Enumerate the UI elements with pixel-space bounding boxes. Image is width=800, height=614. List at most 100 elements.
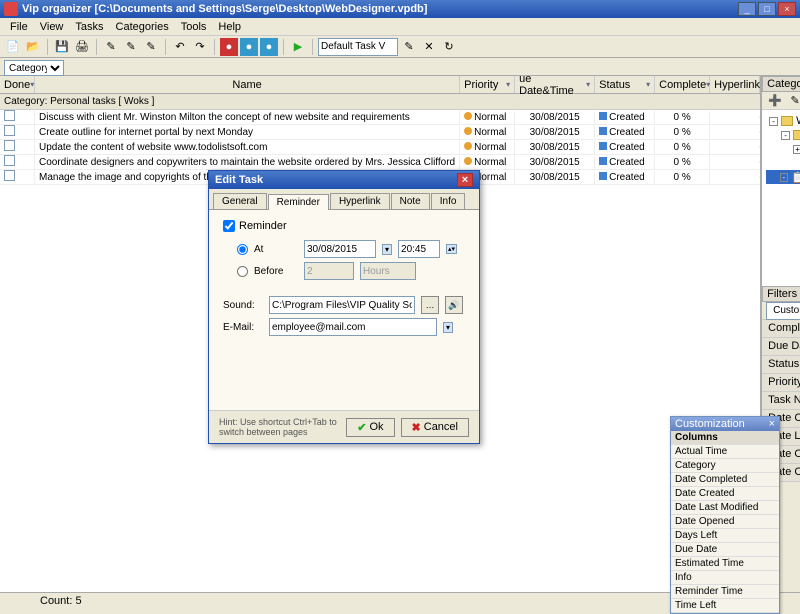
col-status[interactable]: Status▾: [595, 76, 655, 93]
tab-info[interactable]: Info: [431, 193, 466, 209]
menu-help[interactable]: Help: [212, 21, 247, 33]
tree-node[interactable]: -Woks2222: [766, 114, 800, 128]
tree-node[interactable]: +Clients1616: [766, 142, 800, 156]
filter-preset[interactable]: Custom: [766, 302, 800, 320]
filter-row[interactable]: Completion⌄: [762, 320, 800, 338]
column-item[interactable]: Time Left: [671, 599, 779, 613]
col-done[interactable]: Done▾: [0, 76, 35, 93]
cat-new-icon[interactable]: ➕: [766, 92, 784, 110]
tab-note[interactable]: Note: [391, 193, 430, 209]
filter-row[interactable]: Status⌄: [762, 356, 800, 374]
run-icon[interactable]: ▶: [289, 38, 307, 56]
open-icon[interactable]: 📂: [24, 38, 42, 56]
sound-browse-button[interactable]: …: [421, 296, 439, 314]
blue-icon[interactable]: ●: [240, 38, 258, 56]
done-checkbox[interactable]: [4, 110, 15, 121]
expand-icon[interactable]: -: [769, 117, 778, 126]
tab-hyperlink[interactable]: Hyperlink: [330, 193, 390, 209]
column-item[interactable]: Due Date: [671, 543, 779, 557]
refresh-icon[interactable]: ↻: [440, 38, 458, 56]
sound-input[interactable]: [269, 296, 415, 314]
column-item[interactable]: Estimated Time: [671, 557, 779, 571]
menu-file[interactable]: File: [4, 21, 34, 33]
date-input[interactable]: [304, 240, 376, 258]
tab-general[interactable]: General: [213, 193, 267, 209]
done-checkbox[interactable]: [4, 170, 15, 181]
email-input[interactable]: [269, 318, 437, 336]
tree-node[interactable]: -Projects1616: [766, 128, 800, 142]
minimize-button[interactable]: _: [738, 2, 756, 16]
table-row[interactable]: Update the content of website www.todoli…: [0, 140, 760, 155]
expand-icon[interactable]: -: [781, 131, 790, 140]
tool-icon[interactable]: ✎: [400, 38, 418, 56]
close-button[interactable]: ×: [778, 2, 796, 16]
menu-tools[interactable]: Tools: [175, 21, 213, 33]
date-dropdown-icon[interactable]: ▾: [382, 244, 392, 255]
column-item[interactable]: Date Last Modified: [671, 501, 779, 515]
email-dropdown-icon[interactable]: ▾: [443, 322, 453, 333]
task-priority: Normal: [460, 156, 515, 169]
done-checkbox[interactable]: [4, 155, 15, 166]
tab-reminder[interactable]: Reminder: [268, 194, 329, 210]
table-row[interactable]: Coordinate designers and copywriters to …: [0, 155, 760, 170]
col-complete[interactable]: Complete▾: [655, 76, 710, 93]
column-item[interactable]: Date Opened: [671, 515, 779, 529]
category-select[interactable]: Category: [4, 60, 64, 76]
column-item[interactable]: Date Created: [671, 487, 779, 501]
tree-node[interactable]: 📋December: [766, 212, 800, 226]
copy-icon[interactable]: ✎: [142, 38, 160, 56]
tree-node[interactable]: ☺November: [766, 184, 800, 198]
column-item[interactable]: Category: [671, 459, 779, 473]
tree-node[interactable]: ☺October: [766, 198, 800, 212]
time-spinner-icon[interactable]: ▴▾: [446, 244, 457, 254]
column-item[interactable]: Info: [671, 571, 779, 585]
col-name[interactable]: Name: [35, 76, 460, 93]
cat-edit-icon[interactable]: ✎: [786, 92, 800, 110]
col-priority[interactable]: Priority▾: [460, 76, 515, 93]
edit-icon[interactable]: ✎: [102, 38, 120, 56]
save-icon[interactable]: 💾: [53, 38, 71, 56]
customization-panel[interactable]: Customization× ColumnsActual TimeCategor…: [670, 416, 780, 614]
note-icon[interactable]: ✎: [122, 38, 140, 56]
expand-icon[interactable]: +: [793, 145, 800, 154]
at-radio[interactable]: [237, 244, 248, 255]
column-item[interactable]: Date Completed: [671, 473, 779, 487]
time-input[interactable]: [398, 240, 440, 258]
blue2-icon[interactable]: ●: [260, 38, 278, 56]
red-icon[interactable]: ●: [220, 38, 238, 56]
print-icon[interactable]: 🖨: [73, 38, 91, 56]
done-checkbox[interactable]: [4, 125, 15, 136]
sound-play-button[interactable]: 🔊: [445, 296, 463, 314]
column-item[interactable]: Reminder Time: [671, 585, 779, 599]
custom-close-icon[interactable]: ×: [769, 418, 775, 430]
undo-icon[interactable]: ↶: [171, 38, 189, 56]
task-combo[interactable]: [318, 38, 398, 56]
col-hyperlink[interactable]: Hyperlink: [710, 76, 760, 93]
filter-row[interactable]: Due Date⌄: [762, 338, 800, 356]
before-radio[interactable]: [237, 266, 248, 277]
cancel-button[interactable]: ✖Cancel: [401, 418, 469, 437]
maximize-button[interactable]: □: [758, 2, 776, 16]
tree-node[interactable]: -📋Personal tasks55: [766, 170, 800, 184]
menu-categories[interactable]: Categories: [110, 21, 175, 33]
done-checkbox[interactable]: [4, 140, 15, 151]
table-row[interactable]: Create outline for internet portal by ne…: [0, 125, 760, 140]
menu-view[interactable]: View: [34, 21, 70, 33]
column-item[interactable]: Actual Time: [671, 445, 779, 459]
filter-row[interactable]: Task Name⌄: [762, 392, 800, 410]
ok-button[interactable]: ✔Ok: [346, 418, 394, 437]
filter-row[interactable]: Priority⌄: [762, 374, 800, 392]
redo-icon[interactable]: ↷: [191, 38, 209, 56]
delete-icon[interactable]: ✕: [420, 38, 438, 56]
group-row[interactable]: Category: Personal tasks [ Woks ]: [0, 94, 760, 110]
col-due[interactable]: ue Date&Time▾: [515, 76, 595, 93]
dialog-close-icon[interactable]: ×: [457, 173, 473, 187]
dialog-title-bar[interactable]: Edit Task ×: [209, 171, 479, 189]
reminder-checkbox[interactable]: [223, 220, 235, 232]
categories-tree[interactable]: -Woks2222-Projects1616+Clients1616📋Appoi…: [762, 110, 800, 286]
column-item[interactable]: Days Left: [671, 529, 779, 543]
menu-tasks[interactable]: Tasks: [69, 21, 109, 33]
new-icon[interactable]: 📄: [4, 38, 22, 56]
table-row[interactable]: Discuss with client Mr. Winston Milton t…: [0, 110, 760, 125]
expand-icon[interactable]: -: [780, 173, 788, 182]
